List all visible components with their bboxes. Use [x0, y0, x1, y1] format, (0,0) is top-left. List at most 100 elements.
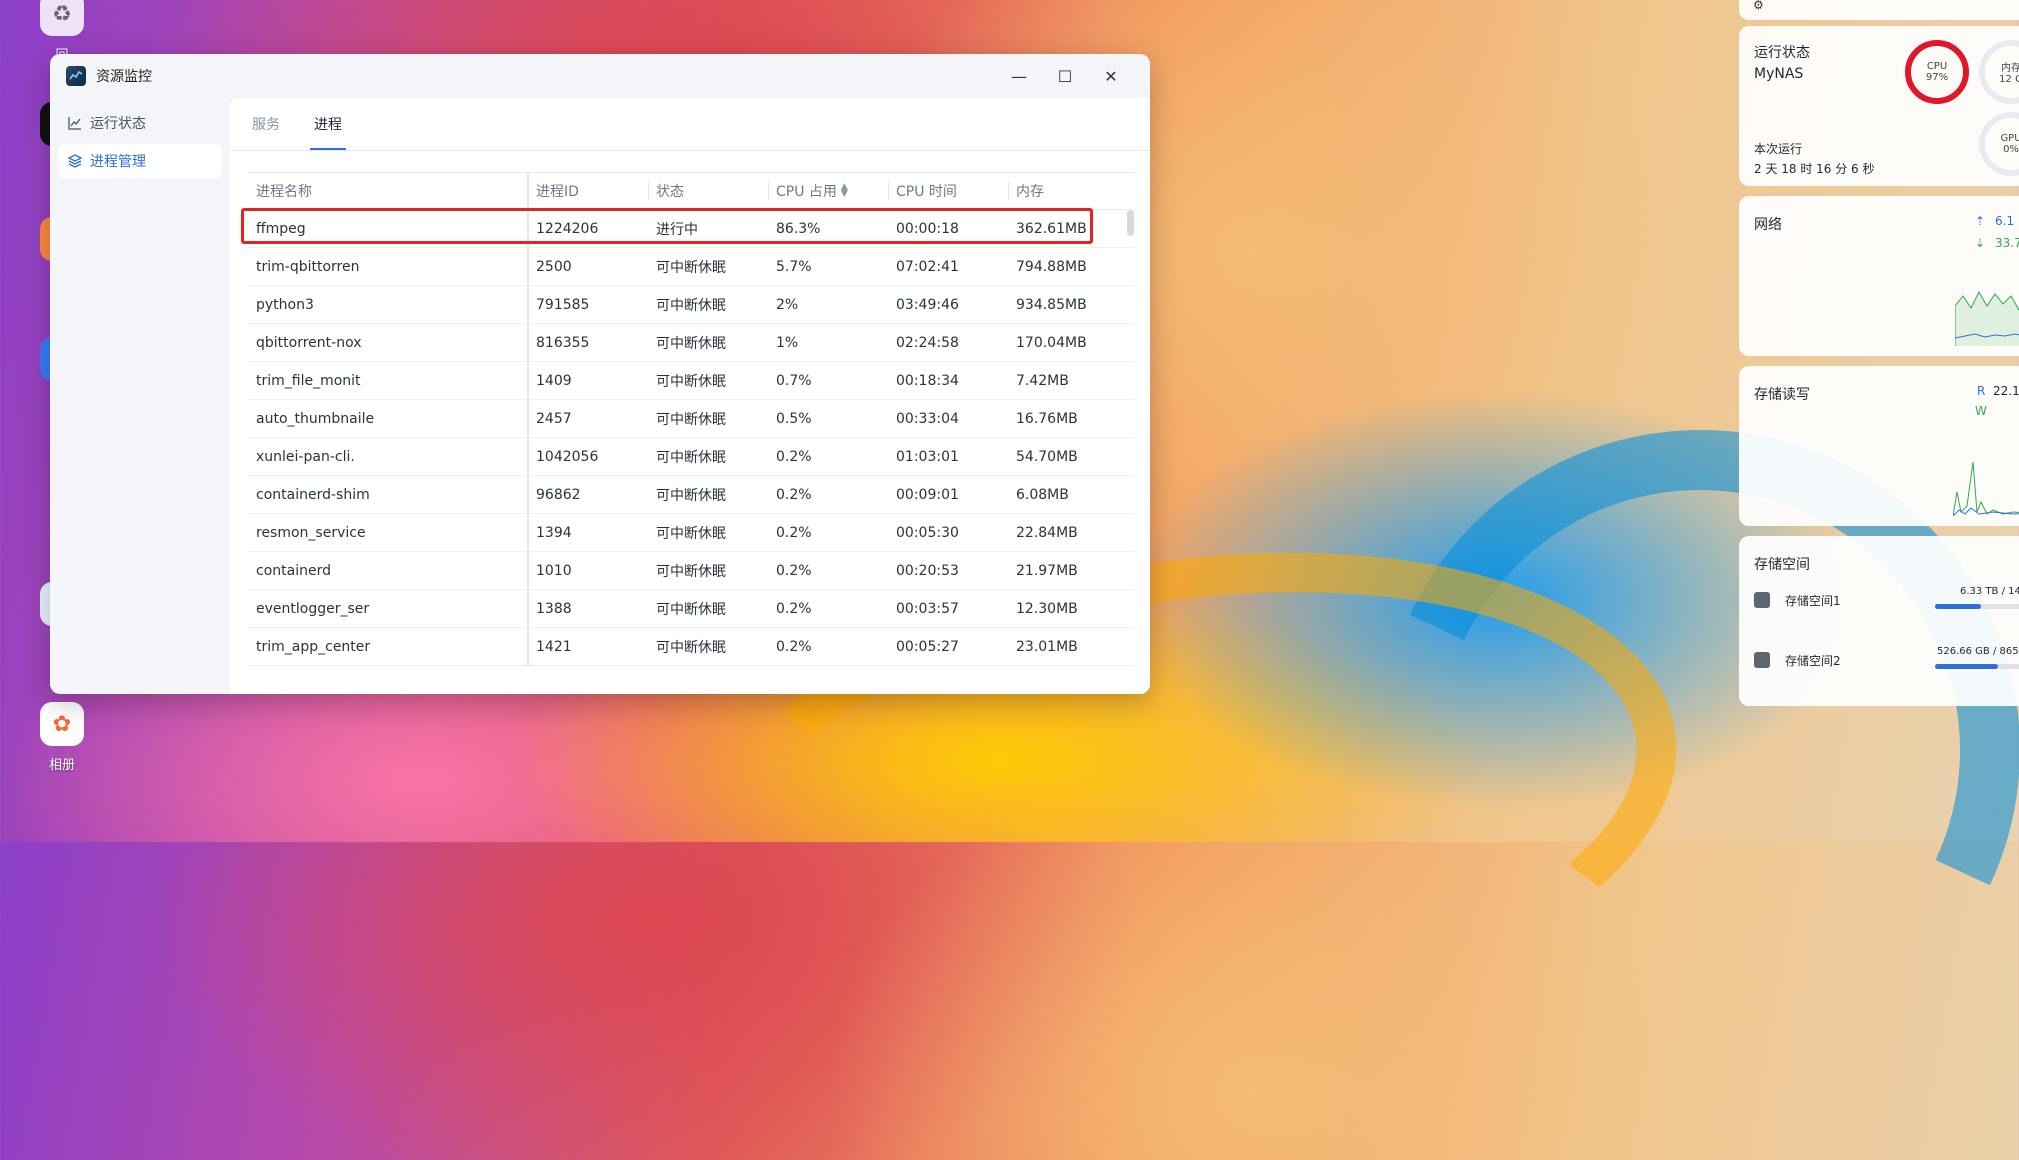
table-row[interactable]: trim_app_center 1421 可中断休眠 0.2% 00:05:27 23.0… [248, 628, 1134, 666]
process-name-cell: resmon_service [256, 524, 366, 541]
cpu-time-cell: 00:05:30 [896, 524, 959, 541]
memory-cell: 21.97MB [1016, 562, 1078, 579]
status-cell: 可中断休眠 [656, 601, 726, 618]
volume-1-usage: 6.33 TB / 14.5 [1960, 586, 2019, 597]
minimize-button[interactable]: — [996, 61, 1042, 91]
window-titlebar[interactable]: 资源监控 — ☐ ✕ [50, 54, 1150, 98]
volume-2-usage: 526.66 GB / 865.8 [1937, 646, 2019, 657]
cpu-time-cell: 00:03:57 [896, 600, 959, 617]
status-cell: 可中断休眠 [656, 563, 726, 580]
column-header-cpu[interactable]: CPU 占用 ▲ ▼ [768, 173, 888, 209]
table-row[interactable]: trim_file_monit 1409 可中断休眠 0.7% 00:18:34 7.42… [248, 362, 1134, 400]
table-row[interactable]: containerd-shim 96862 可中断休眠 0.2% 00:09:01 6.0… [248, 476, 1134, 514]
memory-gauge-value: 12 G [1999, 74, 2019, 85]
cpu-time-cell: 00:18:34 [896, 372, 959, 389]
cpu-gauge-value: 97% [1925, 72, 1949, 83]
gpu-gauge-label: GPU [2000, 133, 2019, 144]
pid-cell: 96862 [536, 486, 581, 503]
pid-cell: 1224206 [536, 220, 599, 237]
cpu-usage-cell: 0.2% [776, 638, 812, 655]
tab-bar: 服务 进程 [230, 98, 1150, 151]
memory-cell: 170.04MB [1016, 334, 1087, 351]
table-row[interactable]: qbittorrent-nox 816355 可中断休眠 1% 02:24:58 170.… [248, 324, 1134, 362]
cpu-usage-cell: 0.5% [776, 410, 812, 427]
widget-network[interactable]: 网络 ⇡ 6.1 M ⇣ 33.7 M [1739, 196, 2019, 356]
cpu-usage-cell: 2% [776, 296, 799, 313]
settings-icon[interactable]: ⚙ [1753, 0, 1764, 12]
process-name-cell: xunlei-pan-cli. [256, 448, 355, 465]
close-button[interactable]: ✕ [1088, 61, 1134, 91]
column-header-status[interactable]: 状态 [648, 173, 768, 209]
dock-item[interactable]: ✿ 相册 [38, 702, 86, 773]
vertical-scrollbar[interactable] [1127, 210, 1134, 236]
table-row[interactable]: auto_thumbnaile 2457 可中断休眠 0.5% 00:33:04 16.7… [248, 400, 1134, 438]
download-speed: 33.7 M [1995, 236, 2019, 250]
column-header-name[interactable]: 进程名称 [248, 173, 528, 209]
process-name-cell: trim_app_center [256, 638, 371, 655]
column-header-memory[interactable]: 内存 [1008, 173, 1134, 209]
sort-icon[interactable]: ▲ ▼ [841, 183, 848, 199]
widget-storage-io[interactable]: 存储读写 R 22.1 M W [1739, 366, 2019, 526]
cpu-usage-cell: 0.2% [776, 486, 812, 503]
memory-cell: 16.76MB [1016, 410, 1078, 427]
widget-storage-io-title: 存储读写 [1754, 387, 1810, 403]
cpu-usage-cell: 0.2% [776, 524, 812, 541]
status-cell: 可中断休眠 [656, 335, 726, 352]
volume-2-name: 存储空间2 [1785, 654, 1841, 668]
storage-io-sparkline [1953, 461, 2019, 516]
tab-services[interactable]: 服务 [252, 98, 280, 150]
cpu-time-cell: 00:33:04 [896, 410, 959, 427]
cpu-time-cell: 00:05:27 [896, 638, 959, 655]
cpu-time-cell: 00:20:53 [896, 562, 959, 579]
gpu-gauge: GPU 0% [1979, 112, 2019, 176]
maximize-button[interactable]: ☐ [1042, 61, 1088, 91]
sidebar-item-status[interactable]: 运行状态 [58, 106, 222, 140]
cpu-usage-cell: 0.2% [776, 562, 812, 579]
table-row[interactable]: resmon_service 1394 可中断休眠 0.2% 00:05:30 22.84… [248, 514, 1134, 552]
process-table: 进程名称 进程ID 状态 CPU 占用 ▲ ▼ CPU 时间 内存 ffmpeg 1… [241, 172, 1134, 666]
sidebar-item-label: 进程管理 [90, 154, 146, 170]
table-row[interactable]: eventlogger_ser 1388 可中断休眠 0.2% 00:03:57 12.3… [248, 590, 1134, 628]
process-name-cell: containerd-shim [256, 486, 370, 503]
process-name-cell: ffmpeg [256, 220, 306, 237]
cpu-time-cell: 00:09:01 [896, 486, 959, 503]
pid-cell: 1421 [536, 638, 572, 655]
sidebar-item-label: 运行状态 [90, 116, 146, 132]
table-row[interactable]: trim-qbittorren 2500 可中断休眠 5.7% 07:02:41 794.… [248, 248, 1134, 286]
widget-status[interactable]: 运行状态 MyNAS CPU 97% 内存 12 G GPU 0% 本次运行 2… [1739, 26, 2019, 186]
volume-1-name: 存储空间1 [1785, 594, 1841, 608]
status-cell: 可中断休眠 [656, 373, 726, 390]
download-icon: ⇣ [1975, 236, 1986, 250]
memory-cell: 794.88MB [1016, 258, 1087, 275]
status-cell: 可中断休眠 [656, 259, 726, 276]
uptime-value: 2 天 18 时 16 分 6 秒 [1754, 162, 1875, 176]
cpu-usage-cell: 5.7% [776, 258, 812, 275]
dock-item-label: 相册 [48, 758, 75, 773]
column-resize-handle[interactable] [527, 172, 529, 666]
resource-monitor-window: 资源监控 — ☐ ✕ 运行状态 进程管理 服务 进程 进程名称 进程ID 状态 … [50, 54, 1150, 694]
cpu-time-cell: 00:00:18 [896, 220, 959, 237]
uptime-label: 本次运行 [1754, 142, 1803, 156]
volume-2-usage-fill [1935, 664, 1999, 669]
resource-monitor-app-icon [66, 66, 86, 86]
table-row[interactable]: python3 791585 可中断休眠 2% 03:49:46 934.85MB [248, 286, 1134, 324]
recycle-bin-icon: ♻ [40, 0, 84, 36]
status-cell: 可中断休眠 [656, 297, 726, 314]
process-name-cell: auto_thumbnaile [256, 410, 375, 427]
column-header-cpu-time[interactable]: CPU 时间 [888, 173, 1008, 209]
sidebar-item-process-management[interactable]: 进程管理 [58, 144, 222, 178]
volume-2-usage-bar [1935, 664, 2019, 669]
tab-processes[interactable]: 进程 [310, 98, 346, 150]
column-header-pid[interactable]: 进程ID [528, 173, 648, 209]
table-row[interactable]: xunlei-pan-cli. 1042056 可中断休眠 0.2% 01:03:01 5… [248, 438, 1134, 476]
table-row[interactable]: ffmpeg 1224206 进行中 86.3% 00:00:18 362.61MB [248, 210, 1134, 248]
pid-cell: 2457 [536, 410, 572, 427]
process-name-cell: python3 [256, 296, 314, 313]
table-row[interactable]: containerd 1010 可中断休眠 0.2% 00:20:53 21.97MB [248, 552, 1134, 590]
memory-cell: 23.01MB [1016, 638, 1078, 655]
widget-network-title: 网络 [1754, 217, 1782, 233]
table-body: ffmpeg 1224206 进行中 86.3% 00:00:18 362.61MB tri… [248, 210, 1134, 666]
widget-top-partial: ⚙ [1739, 0, 2019, 20]
pid-cell: 791585 [536, 296, 590, 313]
widget-storage-space[interactable]: 存储空间 存储空间1 6.33 TB / 14.5 存储空间2 526.66 G… [1739, 536, 2019, 706]
